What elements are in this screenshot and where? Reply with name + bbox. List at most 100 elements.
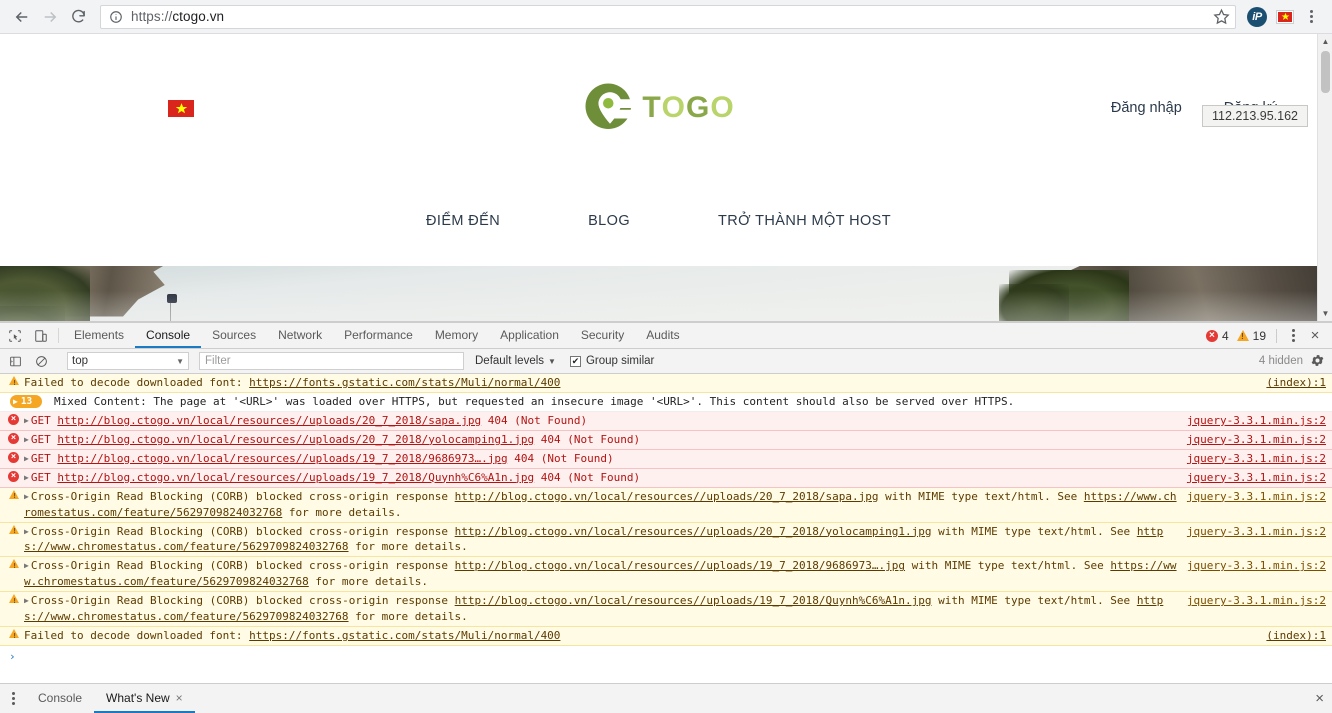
console-message[interactable]: × ▶ GET http://blog.ctogo.vn/local/resour… xyxy=(0,411,1332,431)
console-source-link[interactable]: jquery-3.3.1.min.js:2 xyxy=(1179,593,1326,609)
error-count[interactable]: × 4 xyxy=(1203,329,1232,343)
drawer-close-icon[interactable]: × xyxy=(1315,690,1324,707)
expand-arrow-icon[interactable]: ▶ xyxy=(24,595,29,607)
drawer-tab-label: Console xyxy=(38,690,83,705)
group-badge[interactable]: ▶ 13 xyxy=(6,394,46,408)
group-similar-checkbox[interactable]: ✔ xyxy=(569,355,581,367)
page-scrollbar[interactable]: ▲ ▼ xyxy=(1317,34,1332,321)
nav-item-become-host[interactable]: TRỞ THÀNH MỘT HOST xyxy=(718,213,891,229)
console-source-link[interactable]: (index):1 xyxy=(1258,628,1326,644)
clear-console-icon[interactable] xyxy=(28,355,54,368)
console-link[interactable]: https://fonts.gstatic.com/stats/Muli/nor… xyxy=(249,376,560,389)
console-message-text: Mixed Content: The page at '<URL>' was l… xyxy=(54,394,1015,408)
nav-item-blog[interactable]: BLOG xyxy=(588,213,630,229)
console-messages[interactable]: Failed to decode downloaded font: https:… xyxy=(0,374,1332,683)
devtools-tabbar: Elements Console Sources Network Perform… xyxy=(0,323,1332,349)
inspect-element-icon[interactable] xyxy=(2,323,28,348)
ip-extension-icon[interactable]: iP xyxy=(1244,4,1270,30)
drawer-more-options-icon[interactable] xyxy=(0,684,26,713)
console-link[interactable]: https://fonts.gstatic.com/stats/Muli/nor… xyxy=(249,629,560,642)
console-source-link[interactable]: jquery-3.3.1.min.js:2 xyxy=(1179,432,1326,448)
console-prompt[interactable]: › xyxy=(0,646,1332,668)
language-flag-icon[interactable] xyxy=(168,99,194,117)
bookmark-star-icon[interactable] xyxy=(1213,8,1231,26)
error-icon: × xyxy=(1205,329,1218,342)
console-link[interactable]: http://blog.ctogo.vn/local/resources//up… xyxy=(455,490,879,503)
tab-network[interactable]: Network xyxy=(267,323,333,348)
address-bar[interactable]: https://ctogo.vn xyxy=(100,4,1236,29)
hero-image xyxy=(0,266,1317,321)
group-similar-toggle[interactable]: ✔ Group similar xyxy=(569,355,654,367)
console-link[interactable]: http://blog.ctogo.vn/local/resources//up… xyxy=(57,452,507,465)
reload-button[interactable] xyxy=(64,3,92,31)
console-message[interactable]: × ▶ GET http://blog.ctogo.vn/local/resour… xyxy=(0,430,1332,450)
console-sidebar-toggle-icon[interactable] xyxy=(2,355,28,368)
scrollbar-up-arrow[interactable]: ▲ xyxy=(1318,34,1332,49)
tab-elements[interactable]: Elements xyxy=(63,323,135,348)
expand-arrow-icon[interactable]: ▶ xyxy=(24,526,29,538)
tab-performance[interactable]: Performance xyxy=(333,323,424,348)
tab-memory[interactable]: Memory xyxy=(424,323,489,348)
expand-arrow-icon[interactable]: ▶ xyxy=(24,560,29,572)
console-source-link[interactable]: jquery-3.3.1.min.js:2 xyxy=(1179,413,1326,429)
chrome-menu-icon[interactable] xyxy=(1298,10,1324,23)
login-link[interactable]: Đăng nhập xyxy=(1111,100,1182,116)
console-message[interactable]: × ▶ GET http://blog.ctogo.vn/local/resour… xyxy=(0,468,1332,488)
forward-button[interactable] xyxy=(36,3,64,31)
tab-sources[interactable]: Sources xyxy=(201,323,267,348)
expand-arrow-icon[interactable]: ▶ xyxy=(24,453,29,465)
page-info-icon[interactable] xyxy=(109,10,123,24)
drawer-tab-whats-new[interactable]: What's New × xyxy=(94,684,195,713)
console-link[interactable]: http://blog.ctogo.vn/local/resources//up… xyxy=(455,525,932,538)
expand-arrow-icon[interactable]: ▶ xyxy=(24,472,29,484)
console-link[interactable]: http://blog.ctogo.vn/local/resources//up… xyxy=(57,414,481,427)
tab-security[interactable]: Security xyxy=(570,323,635,348)
tab-application[interactable]: Application xyxy=(489,323,570,348)
chevron-down-icon: ▼ xyxy=(176,356,184,366)
console-link[interactable]: http://blog.ctogo.vn/local/resources//up… xyxy=(455,559,905,572)
console-message[interactable]: ▶Cross-Origin Read Blocking (CORB) block… xyxy=(0,557,1332,593)
main-nav: ĐIỂM ĐẾN BLOG TRỞ THÀNH MỘT HOST xyxy=(0,182,1317,266)
gear-icon[interactable] xyxy=(1310,353,1326,369)
expand-arrow-icon[interactable]: ▶ xyxy=(24,415,29,427)
console-message[interactable]: Failed to decode downloaded font: https:… xyxy=(0,627,1332,647)
back-button[interactable] xyxy=(8,3,36,31)
scrollbar-thumb[interactable] xyxy=(1321,51,1330,93)
console-message-text: ▶ GET http://blog.ctogo.vn/local/resource… xyxy=(21,470,1179,486)
drawer-tab-console[interactable]: Console xyxy=(26,684,94,713)
toggle-device-toolbar-icon[interactable] xyxy=(28,323,54,348)
execution-context-select[interactable]: top ▼ xyxy=(67,352,189,370)
nav-item-destinations[interactable]: ĐIỂM ĐẾN xyxy=(426,213,500,229)
console-message[interactable]: × ▶ GET http://blog.ctogo.vn/local/resour… xyxy=(0,449,1332,469)
console-message[interactable]: ▶Cross-Origin Read Blocking (CORB) block… xyxy=(0,592,1332,628)
console-source-link[interactable]: jquery-3.3.1.min.js:2 xyxy=(1179,524,1326,540)
console-message-text: Failed to decode downloaded font: https:… xyxy=(24,629,561,643)
console-message[interactable]: ▶Cross-Origin Read Blocking (CORB) block… xyxy=(0,522,1332,558)
vietnam-flag-extension-icon[interactable] xyxy=(1272,4,1298,30)
expand-arrow-icon[interactable]: ▶ xyxy=(24,491,29,503)
console-source-link[interactable]: jquery-3.3.1.min.js:2 xyxy=(1179,489,1326,505)
console-message-group[interactable]: ▶ 13 Mixed Content: The page at '<URL>' w… xyxy=(0,392,1332,412)
console-message-text: ▶ GET http://blog.ctogo.vn/local/resource… xyxy=(21,451,1179,467)
tab-audits[interactable]: Audits xyxy=(635,323,690,348)
devtools-more-options-icon[interactable] xyxy=(1284,329,1302,342)
devtools-close-icon[interactable]: × xyxy=(1304,328,1326,343)
console-message[interactable]: Failed to decode downloaded font: https:… xyxy=(0,374,1332,393)
tab-console[interactable]: Console xyxy=(135,323,202,348)
console-source-link[interactable]: jquery-3.3.1.min.js:2 xyxy=(1179,470,1326,486)
console-link[interactable]: http://blog.ctogo.vn/local/resources//up… xyxy=(57,433,534,446)
scrollbar-down-arrow[interactable]: ▼ xyxy=(1318,306,1332,321)
console-source-link[interactable]: jquery-3.3.1.min.js:2 xyxy=(1179,558,1326,574)
log-levels-select[interactable]: Default levels ▼ xyxy=(475,355,556,367)
console-link[interactable]: http://blog.ctogo.vn/local/resources//up… xyxy=(57,471,534,484)
console-link[interactable]: http://blog.ctogo.vn/local/resources//up… xyxy=(455,594,932,607)
console-source-link[interactable]: (index):1 xyxy=(1258,375,1326,391)
warning-count[interactable]: 19 xyxy=(1234,329,1269,343)
close-icon[interactable]: × xyxy=(176,691,183,705)
console-filter-input[interactable]: Filter xyxy=(199,352,464,370)
expand-arrow-icon[interactable]: ▶ xyxy=(24,434,29,446)
console-message[interactable]: ▶Cross-Origin Read Blocking (CORB) block… xyxy=(0,487,1332,523)
console-source-link[interactable]: jquery-3.3.1.min.js:2 xyxy=(1179,451,1326,467)
error-icon: × xyxy=(6,413,21,425)
group-count: 13 xyxy=(20,395,33,407)
